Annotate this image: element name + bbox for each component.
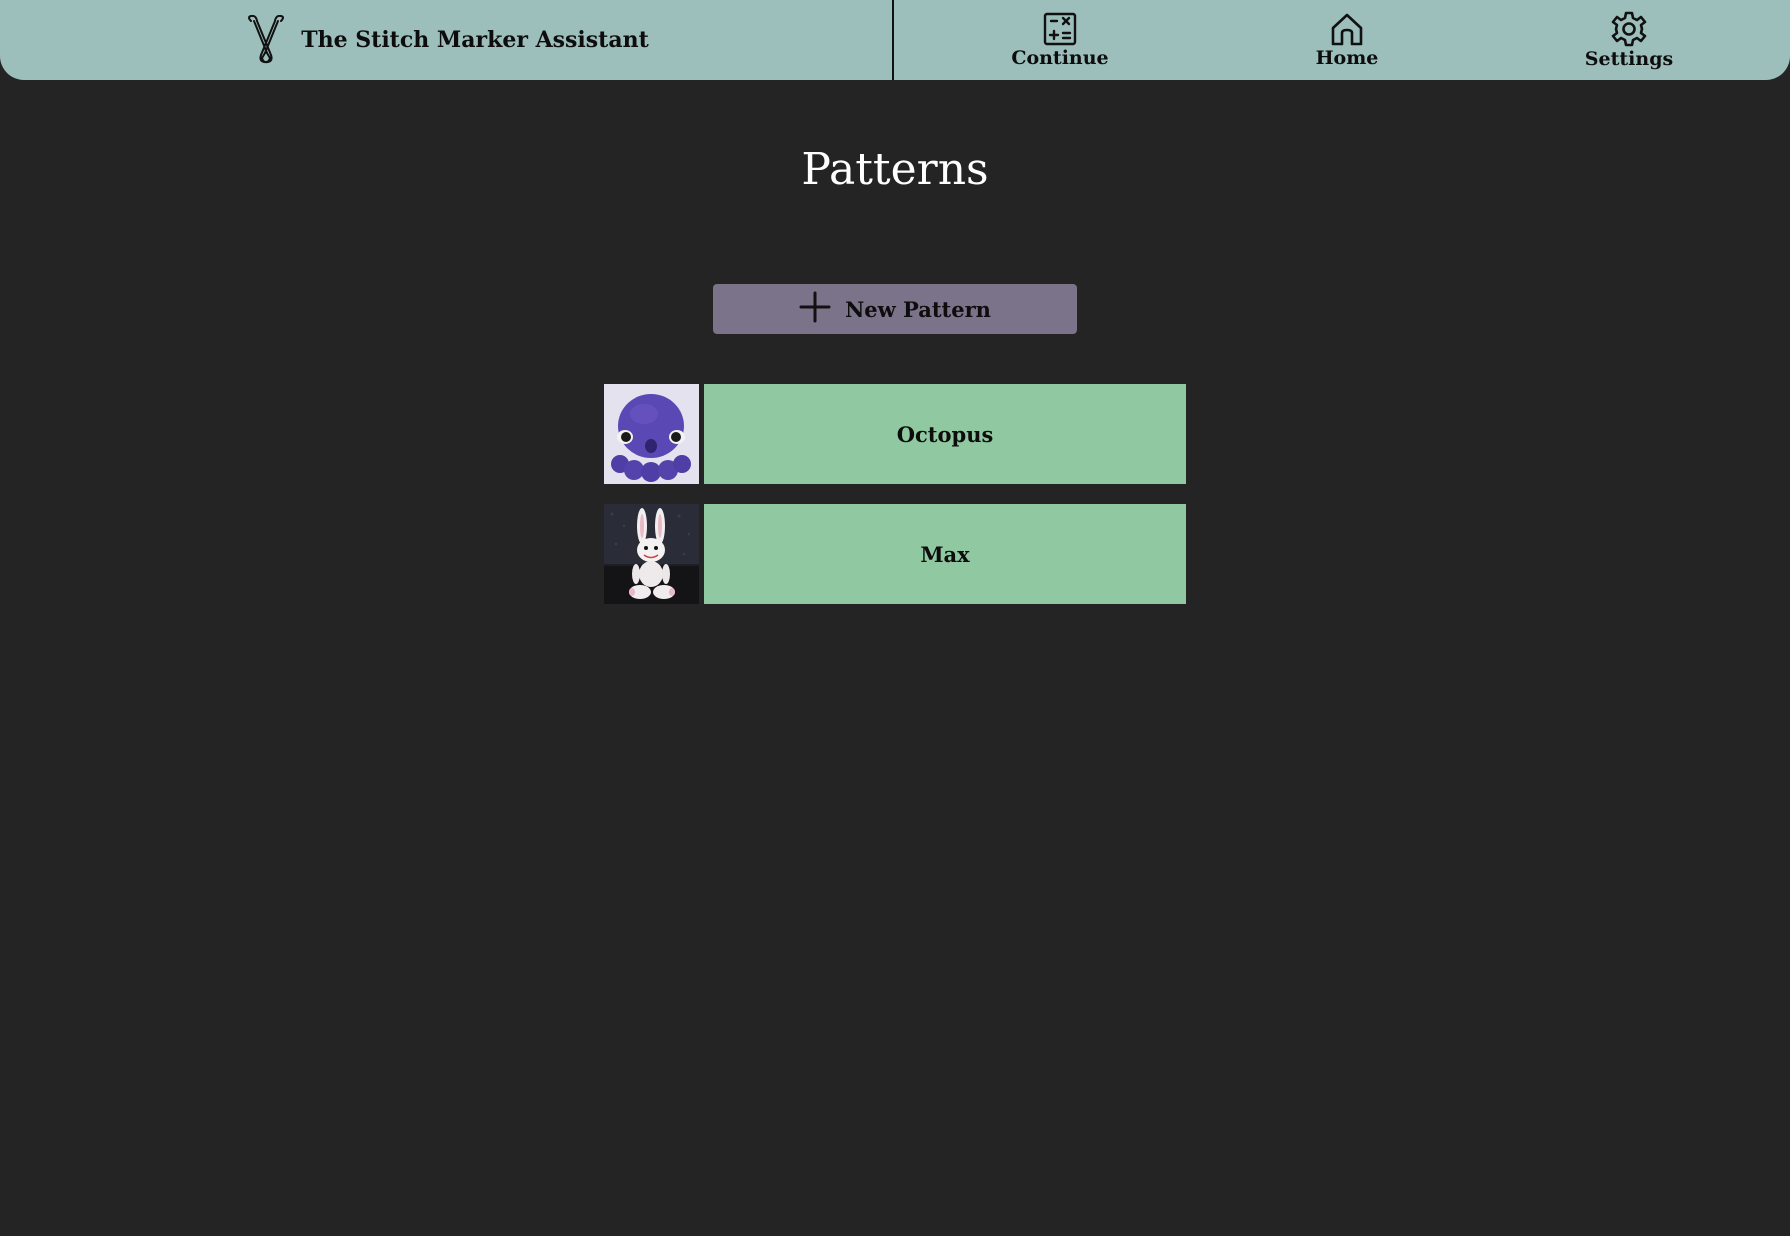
nav-home-label: Home [1315,46,1379,69]
nav-settings-label: Settings [1584,47,1674,70]
pattern-thumbnail-max [604,504,699,604]
gear-icon [1611,11,1647,47]
nav-continue[interactable]: Continue [1000,0,1120,80]
nav-home[interactable]: Home [1287,0,1407,80]
pattern-name-max: Max [704,504,1186,604]
home-icon [1330,12,1364,46]
pattern-thumbnail-octopus [604,384,699,484]
nav-settings[interactable]: Settings [1569,0,1689,80]
new-pattern-label: New Pattern [845,296,991,322]
top-navigation-bar: The Stitch Marker Assistant Continue Hom… [0,0,1790,80]
page-title: Patterns [801,144,989,195]
pattern-item-max[interactable]: Max [604,504,1186,604]
pattern-item-octopus[interactable]: Octopus [604,384,1186,484]
plus-icon [799,291,831,327]
new-pattern-button[interactable]: New Pattern [713,284,1077,334]
app-title: The Stitch Marker Assistant [301,27,649,53]
nav-continue-label: Continue [1011,46,1109,69]
stitch-marker-icon [243,15,289,65]
pattern-name-octopus: Octopus [704,384,1186,484]
app-brand[interactable]: The Stitch Marker Assistant [0,0,894,80]
calculator-icon [1043,12,1077,46]
